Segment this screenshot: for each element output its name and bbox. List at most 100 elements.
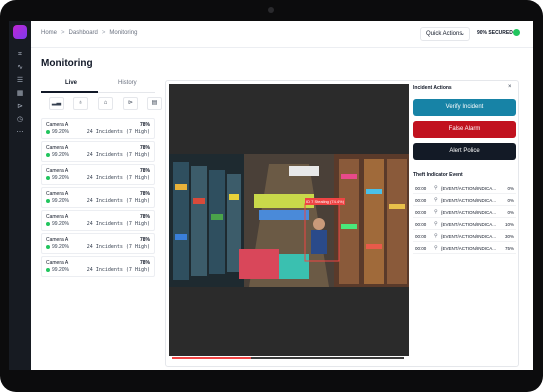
event-time: 00:00 (415, 222, 427, 227)
activity-icon[interactable]: ∿ (16, 64, 24, 72)
detection-label: ID 7 Stealing (74.4%) (306, 199, 345, 204)
event-row: 00:00 ⚲ {EVENT/ACTION/INDICA... 10% (413, 219, 516, 230)
list-icon[interactable]: ☰ (16, 77, 24, 85)
event-time: 00:00 (415, 210, 427, 215)
incident-actions-panel: Incident Actions × Verify Incident False… (411, 84, 517, 365)
security-status: 90% SECURED (477, 30, 513, 36)
camera-name: Camera A (46, 122, 69, 128)
camera-score: 78% (139, 168, 150, 174)
truck-icon[interactable]: ⊳ (16, 103, 24, 111)
lock-filter-button[interactable]: ⌂ (98, 97, 113, 110)
close-icon[interactable]: × (508, 84, 512, 90)
camera-incidents: 24 Incidents (7 High) (86, 129, 150, 135)
camera-uptime: 99.20% (52, 267, 69, 273)
breadcrumb-dashboard[interactable]: Dashboard (69, 30, 98, 36)
event-value: 0% (507, 198, 514, 203)
camera-uptime: 99.20% (52, 221, 69, 227)
bulb-icon: ♁ (78, 100, 83, 106)
camera-name: Camera A (46, 145, 69, 151)
camera-list-item[interactable]: Camera A 78% 99.20% 24 Incidents (7 High… (41, 187, 155, 208)
front-camera (268, 7, 274, 13)
more-icon[interactable]: ⋯ (16, 129, 24, 137)
online-dot (46, 153, 50, 157)
person-icon: ⚲ (434, 197, 438, 203)
camera-list-item[interactable]: Camera A 78% 99.20% 24 Incidents (7 High… (41, 256, 155, 277)
event-row: 00:00 ⚲ {EVENT/ACTION/INDICA... 30% (413, 231, 516, 242)
camera-name: Camera A (46, 260, 69, 266)
person-icon: ⚲ (434, 245, 438, 251)
camera-name: Camera A (46, 168, 69, 174)
camera-score: 78% (139, 237, 150, 243)
truck-filter-button[interactable]: ⊳ (123, 97, 138, 110)
quick-actions-dropdown[interactable]: Quick Actions ⌄ (420, 27, 470, 41)
camera-name: Camera A (46, 191, 69, 197)
event-value: 0% (507, 186, 514, 191)
false-alarm-button[interactable]: False Alarm (413, 121, 516, 138)
event-time: 00:00 (415, 234, 427, 239)
camera-uptime: 99.20% (52, 244, 69, 250)
event-row: 00:00 ⚲ {EVENT/ACTION/INDICA... 0% (413, 183, 516, 194)
camera-incidents: 24 Incidents (7 High) (86, 267, 150, 273)
camera-incidents: 24 Incidents (7 High) (86, 244, 150, 250)
online-dot (46, 222, 50, 226)
camera-score: 78% (139, 214, 150, 220)
breadcrumb-current: Monitoring (109, 30, 138, 36)
camera-incidents: 24 Incidents (7 High) (86, 198, 150, 204)
incident-actions-title: Incident Actions (413, 85, 452, 91)
theft-indicator-title: Theft Indicator Event (413, 172, 463, 178)
event-value: 10% (504, 222, 514, 227)
quick-actions-label: Quick Actions (426, 31, 463, 37)
tab-history[interactable]: History (118, 80, 137, 86)
alert-police-button[interactable]: Alert Police (413, 143, 516, 160)
grid-icon[interactable]: ⌗ (16, 51, 24, 59)
camera-feed-frame: ID 7 Stealing (74.4%) (169, 154, 409, 287)
camera-list-item[interactable]: Camera A 78% 99.20% 24 Incidents (7 High… (41, 164, 155, 185)
person-icon: ⚲ (434, 233, 438, 239)
breadcrumb-home[interactable]: Home (41, 30, 57, 36)
breadcrumb: Home > Dashboard > Monitoring (41, 30, 137, 36)
monitoring-panel: ID 7 Stealing (74.4%) Incident Actions ×… (165, 80, 519, 367)
event-time: 00:00 (415, 198, 427, 203)
event-value: 75% (504, 246, 514, 251)
tab-live[interactable]: Live (65, 80, 77, 86)
app-logo[interactable] (13, 25, 27, 39)
event-path: {EVENT/ACTION/INDICA... (441, 234, 497, 239)
building-icon[interactable]: ▦ (16, 90, 24, 98)
active-tab-indicator (41, 91, 98, 93)
clock-icon[interactable]: ◷ (16, 116, 24, 124)
bulb-filter-button[interactable]: ♁ (73, 97, 88, 110)
camera-name: Camera A (46, 214, 69, 220)
camera-list-item[interactable]: Camera A 78% 99.20% 24 Incidents (7 High… (41, 233, 155, 254)
person-icon: ⚲ (434, 209, 438, 215)
camera-name: Camera A (46, 237, 69, 243)
person-icon: ⚲ (434, 185, 438, 191)
event-value: 30% (504, 234, 514, 239)
event-path: {EVENT/ACTION/INDICA... (441, 210, 497, 215)
top-bar: Home > Dashboard > Monitoring Quick Acti… (31, 21, 533, 48)
tab-bar: Live History (41, 79, 155, 93)
event-path: {EVENT/ACTION/INDICA... (441, 198, 497, 203)
camera-list-item[interactable]: Camera A 78% 99.20% 24 Incidents (7 High… (41, 210, 155, 231)
camera-incidents: 24 Incidents (7 High) (86, 221, 150, 227)
camera-list-item[interactable]: Camera A 78% 99.20% 24 Incidents (7 High… (41, 141, 155, 162)
lock-icon: ⌂ (103, 100, 108, 106)
verify-incident-button[interactable]: Verify Incident (413, 99, 516, 116)
event-row: 00:00 ⚲ {EVENT/ACTION/INDICA... 0% (413, 207, 516, 218)
video-player[interactable]: ID 7 Stealing (74.4%) (169, 84, 409, 356)
signal-filter-button[interactable]: ▂▃ (49, 97, 64, 110)
playback-progress[interactable] (172, 357, 404, 359)
camera-uptime: 99.20% (52, 175, 69, 181)
event-row: 00:00 ⚲ {EVENT/ACTION/INDICA... 0% (413, 195, 516, 206)
event-path: {EVENT/ACTION/INDICA... (441, 246, 497, 251)
tablet-frame: ⌗ ∿ ☰ ▦ ⊳ ◷ ⋯ Home > Dashboard > Monitor… (0, 0, 543, 392)
camera-uptime: 99.20% (52, 152, 69, 158)
camera-list-item[interactable]: Camera A 78% 99.20% 24 Incidents (7 High… (41, 118, 155, 139)
calendar-filter-button[interactable]: ▤ (147, 97, 162, 110)
camera-uptime: 99.20% (52, 129, 69, 135)
camera-score: 78% (139, 145, 150, 151)
page-title: Monitoring (41, 58, 93, 69)
nav-rail: ⌗ ∿ ☰ ▦ ⊳ ◷ ⋯ (9, 21, 31, 370)
event-path: {EVENT/ACTION/INDICA... (441, 186, 497, 191)
online-dot (46, 199, 50, 203)
camera-incidents: 24 Incidents (7 High) (86, 152, 150, 158)
